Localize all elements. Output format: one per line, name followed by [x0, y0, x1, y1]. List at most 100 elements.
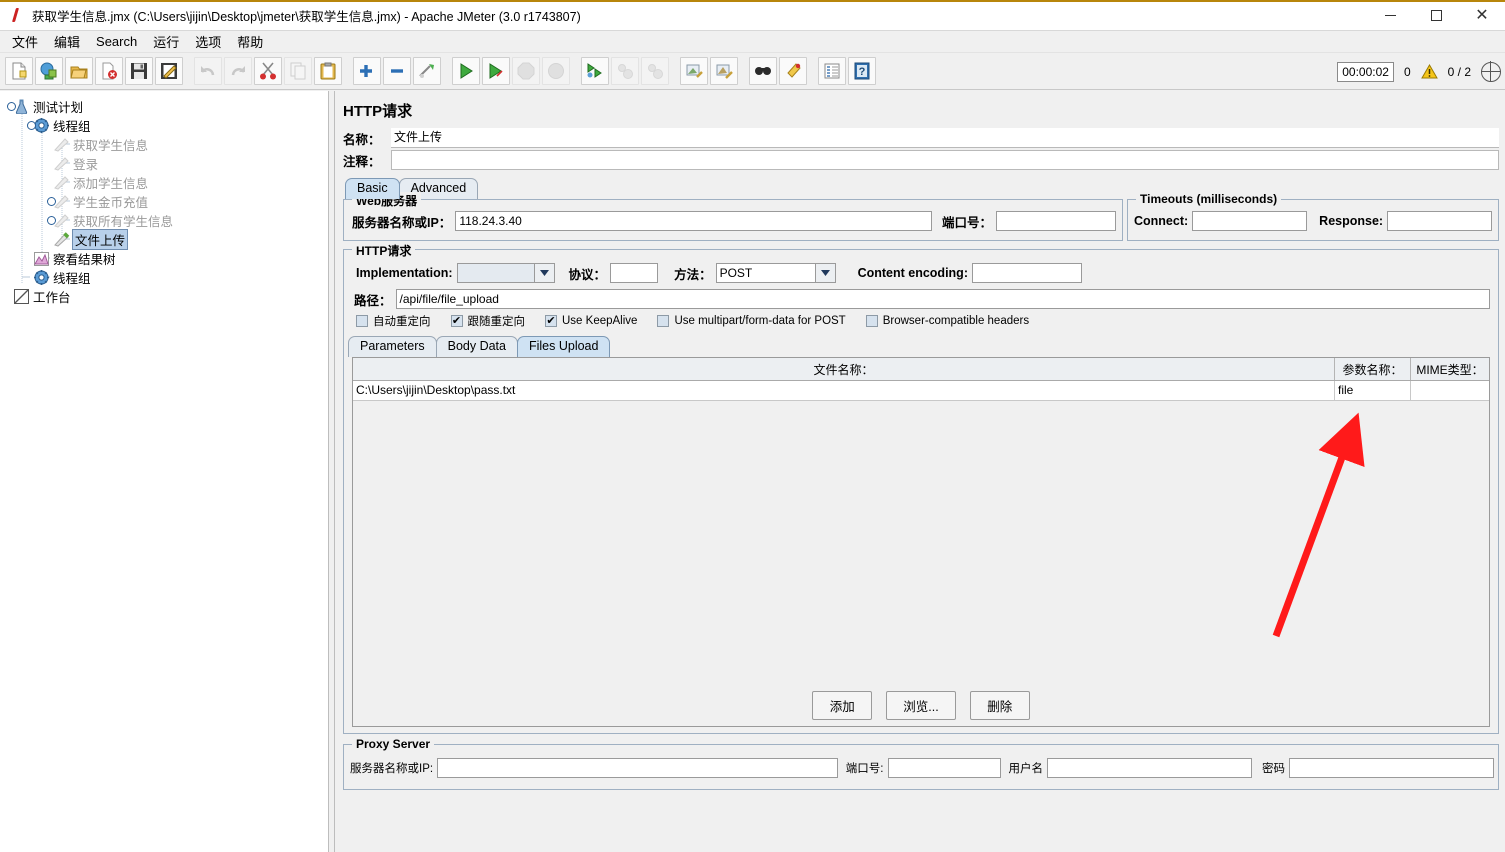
connect-timeout-input[interactable] — [1192, 211, 1308, 231]
checkbox-box[interactable]: ✔ — [450, 315, 463, 327]
tree-node[interactable]: 获取所有学生信息 — [0, 211, 328, 230]
checkbox-use-multipart[interactable]: Use multipart/form-data for POST — [657, 315, 846, 327]
comment-input[interactable] — [391, 150, 1499, 170]
name-input[interactable]: 文件上传 — [391, 128, 1499, 148]
chevron-down-icon[interactable] — [534, 263, 555, 283]
tree-node[interactable]: 登录 — [0, 154, 328, 173]
cell-filename[interactable]: C:\Users\jijin\Desktop\pass.txt — [353, 381, 1335, 400]
table-body: C:\Users\jijin\Desktop\pass.txt file — [353, 381, 1489, 401]
column-header-filename[interactable]: 文件名称： — [353, 358, 1335, 380]
proxy-port-input[interactable] — [887, 758, 1001, 778]
collapse-icon[interactable] — [383, 57, 411, 85]
proxy-password-input[interactable] — [1289, 758, 1494, 778]
cut-icon[interactable] — [254, 57, 282, 85]
tree-node-label: 登录 — [73, 158, 99, 172]
minimize-button[interactable] — [1367, 0, 1413, 31]
checkbox-follow-redirect[interactable]: ✔ 跟随重定向 — [450, 313, 525, 329]
protocol-input[interactable] — [610, 263, 659, 283]
checkbox-box[interactable] — [865, 315, 878, 327]
path-input[interactable]: /api/file/file_upload — [395, 289, 1490, 309]
menu-item-search[interactable]: Search — [88, 32, 145, 51]
search-icon[interactable] — [749, 57, 777, 85]
templates-icon[interactable] — [35, 57, 63, 85]
function-helper-icon[interactable] — [818, 57, 846, 85]
paste-icon[interactable] — [314, 57, 342, 85]
proxy-username-label: 用户名 — [1008, 763, 1044, 775]
cell-parameter-name[interactable]: file — [1335, 381, 1411, 400]
menu-item-options[interactable]: 选项 — [187, 30, 229, 53]
tree-node-label: 线程组 — [53, 272, 91, 286]
menu-item-edit[interactable]: 编辑 — [46, 30, 88, 53]
tab-basic[interactable]: Basic — [345, 178, 400, 199]
checkbox-browser-compatible-headers[interactable]: Browser-compatible headers — [865, 315, 1029, 327]
request-data-tabs: Parameters Body Data Files Upload — [344, 335, 1498, 357]
menu-item-help[interactable]: 帮助 — [229, 30, 271, 53]
tree-node[interactable]: 工作台 — [0, 287, 328, 306]
clear-icon[interactable] — [680, 57, 708, 85]
start-no-pauses-icon[interactable] — [482, 57, 510, 85]
checkbox-box[interactable] — [356, 315, 368, 327]
chevron-down-icon[interactable] — [815, 263, 836, 283]
column-header-mime-type[interactable]: MIME类型： — [1411, 358, 1489, 380]
tree-node[interactable]: 获取学生信息 — [0, 135, 328, 154]
tree-node[interactable]: 测试计划 — [0, 97, 328, 116]
menu-item-run[interactable]: 运行 — [145, 30, 187, 53]
search-reset-icon[interactable] — [779, 57, 807, 85]
tree-expand-handle[interactable] — [27, 121, 36, 130]
open-icon[interactable] — [65, 57, 93, 85]
help-icon[interactable]: ? — [848, 57, 876, 85]
toggle-icon[interactable] — [413, 57, 441, 85]
maximize-button[interactable] — [1413, 0, 1459, 31]
add-file-button[interactable]: 添加 — [812, 691, 873, 720]
response-timeout-input[interactable] — [1387, 211, 1492, 231]
method-select[interactable]: POST — [715, 263, 836, 283]
column-header-parameter-name[interactable]: 参数名称： — [1335, 358, 1411, 380]
files-upload-table[interactable]: 文件名称： 参数名称： MIME类型： C:\Users\jijin\Deskt… — [352, 357, 1490, 727]
close-icon[interactable] — [95, 57, 123, 85]
basic-advanced-tabs: Basic Advanced — [335, 177, 1505, 199]
tab-body-data[interactable]: Body Data — [435, 336, 518, 357]
implementation-select[interactable] — [456, 263, 555, 283]
clear-all-icon[interactable] — [710, 57, 738, 85]
checkbox-auto-redirect[interactable]: 自动重定向 — [356, 313, 431, 329]
table-row[interactable]: C:\Users\jijin\Desktop\pass.txt file — [353, 381, 1489, 401]
tab-files-upload[interactable]: Files Upload — [516, 336, 611, 357]
expand-icon[interactable] — [353, 57, 381, 85]
http-request-icon — [52, 231, 70, 248]
tree-expand-handle[interactable] — [47, 197, 56, 206]
connect-timeout-label: Connect: — [1134, 214, 1189, 228]
tab-parameters[interactable]: Parameters — [348, 336, 437, 357]
server-port-input[interactable] — [996, 211, 1116, 231]
save-icon[interactable] — [125, 57, 153, 85]
menu-item-file[interactable]: 文件 — [4, 30, 46, 53]
checkbox-box[interactable] — [657, 315, 670, 327]
new-icon[interactable] — [5, 57, 33, 85]
thread-group-icon — [32, 269, 50, 286]
checkbox-use-keepalive[interactable]: ✔ Use KeepAlive — [545, 315, 637, 327]
test-plan-tree[interactable]: 测试计划 线程组 获取学生信息 登录 添加学生信息 学生金币充值 获取所有学生信息 文件上传察… — [0, 91, 329, 852]
browse-file-button[interactable]: 浏览... — [886, 691, 956, 720]
warning-triangle-icon[interactable] — [1420, 63, 1438, 79]
tree-expand-handle[interactable] — [47, 216, 56, 225]
close-button[interactable]: ✕ — [1459, 0, 1505, 31]
tree-node[interactable]: 线程组 — [0, 268, 328, 287]
server-host-input[interactable]: 118.24.3.40 — [455, 211, 932, 231]
tree-node[interactable]: 文件上传 — [0, 229, 328, 250]
tree-node[interactable]: 线程组 — [0, 116, 328, 135]
start-icon[interactable] — [452, 57, 480, 85]
tree-node[interactable]: 添加学生信息 — [0, 173, 328, 192]
tree-node[interactable]: 察看结果树 — [0, 249, 328, 268]
content-encoding-input[interactable] — [971, 263, 1082, 283]
tree-node[interactable]: 学生金币充值 — [0, 192, 328, 211]
tree-node-label: 线程组 — [53, 120, 91, 134]
checkbox-box[interactable]: ✔ — [545, 315, 557, 327]
proxy-username-input[interactable] — [1047, 758, 1252, 778]
tree-expand-handle[interactable] — [7, 102, 16, 111]
http-request-icon — [52, 155, 70, 172]
start-remote-all-icon[interactable] — [581, 57, 609, 85]
proxy-host-input[interactable] — [437, 758, 838, 778]
cell-mime-type[interactable] — [1411, 381, 1489, 400]
server-host-label: 服务器名称或IP： — [352, 215, 452, 230]
save-as-icon[interactable] — [155, 57, 183, 85]
delete-file-button[interactable]: 删除 — [969, 691, 1030, 720]
